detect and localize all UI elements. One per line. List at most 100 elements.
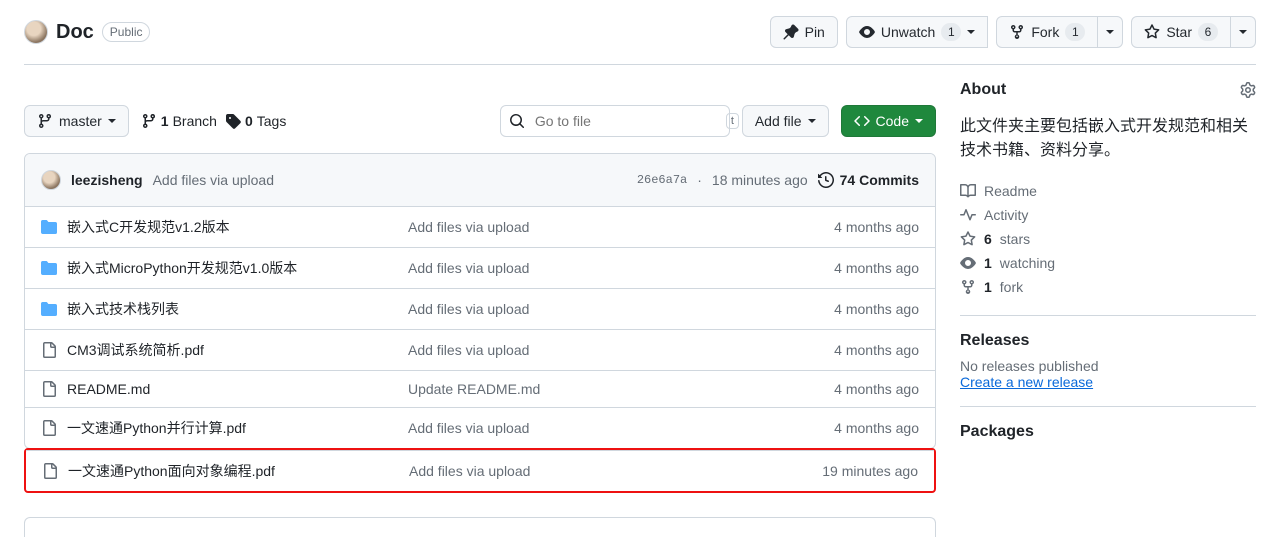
file-time: 4 months ago xyxy=(779,219,919,235)
file-name[interactable]: 嵌入式C开发规范v1.2版本 xyxy=(67,217,230,237)
add-file-label: Add file xyxy=(755,113,802,129)
file-name[interactable]: 一文速通Python并行计算.pdf xyxy=(67,418,246,438)
folder-icon xyxy=(41,301,57,317)
star-count: 6 xyxy=(1198,23,1218,41)
code-label: Code xyxy=(876,113,909,129)
visibility-badge: Public xyxy=(102,22,151,42)
star-icon xyxy=(960,231,976,247)
watching-link[interactable]: 1 watching xyxy=(960,251,1256,275)
gear-icon[interactable] xyxy=(1240,82,1256,98)
file-icon xyxy=(41,381,57,397)
readme-box-top xyxy=(24,517,936,537)
file-name[interactable]: 嵌入式MicroPython开发规范v1.0版本 xyxy=(67,258,297,278)
file-row: 一文速通Python面向对象编程.pdf Add files via upload… xyxy=(26,450,934,491)
file-row: 嵌入式C开发规范v1.2版本 Add files via upload 4 mont… xyxy=(25,207,935,247)
search-kbd: t xyxy=(726,113,739,129)
code-button[interactable]: Code xyxy=(841,105,936,137)
fork-button[interactable]: Fork 1 xyxy=(996,16,1098,48)
tags-label: Tags xyxy=(257,113,287,129)
readme-link[interactable]: Readme xyxy=(960,179,1256,203)
file-commit-message[interactable]: Add files via upload xyxy=(409,463,766,479)
star-icon xyxy=(1144,24,1160,40)
stars-link[interactable]: 6 stars xyxy=(960,227,1256,251)
owner-avatar[interactable] xyxy=(24,20,48,44)
file-commit-message[interactable]: Update README.md xyxy=(408,381,767,397)
fork-count: 1 xyxy=(1065,23,1085,41)
file-search[interactable]: t xyxy=(500,105,730,137)
star-label: Star xyxy=(1166,24,1192,40)
file-row: CM3调试系统简析.pdf Add files via upload 4 month… xyxy=(25,329,935,370)
search-input[interactable] xyxy=(533,112,718,130)
branch-icon xyxy=(37,113,53,129)
file-time: 4 months ago xyxy=(779,420,919,436)
about-title: About xyxy=(960,81,1006,99)
commit-author[interactable]: leezisheng xyxy=(71,172,143,188)
activity-link[interactable]: Activity xyxy=(960,203,1256,227)
commit-author-avatar[interactable] xyxy=(41,170,61,190)
pin-icon xyxy=(783,24,799,40)
file-time: 4 months ago xyxy=(779,260,919,276)
eye-icon xyxy=(960,255,976,271)
latest-commit-bar: leezisheng Add files via upload 26e6a7a … xyxy=(25,154,935,207)
file-commit-message[interactable]: Add files via upload xyxy=(408,420,767,436)
file-icon xyxy=(41,342,57,358)
branch-select-button[interactable]: master xyxy=(24,105,129,137)
add-file-button[interactable]: Add file xyxy=(742,105,829,137)
file-name[interactable]: 嵌入式技术栈列表 xyxy=(67,299,179,319)
create-release-link[interactable]: Create a new release xyxy=(960,374,1093,390)
caret-down-icon xyxy=(1239,30,1247,34)
no-releases: No releases published xyxy=(960,358,1256,374)
fork-label: Fork xyxy=(1031,24,1059,40)
branches-label: Branch xyxy=(173,113,217,129)
file-row: 嵌入式技术栈列表 Add files via upload 4 months ago xyxy=(25,288,935,329)
about-description: 此文件夹主要包括嵌入式开发规范和相关技术书籍、资料分享。 xyxy=(960,115,1256,163)
file-time: 4 months ago xyxy=(779,342,919,358)
history-icon xyxy=(818,172,834,188)
commit-time: 18 minutes ago xyxy=(712,172,808,188)
file-commit-message[interactable]: Add files via upload xyxy=(408,301,767,317)
file-row: README.md Update README.md 4 months ago xyxy=(25,370,935,407)
pin-button[interactable]: Pin xyxy=(770,16,838,48)
unwatch-label: Unwatch xyxy=(881,24,935,40)
repo-name[interactable]: Doc xyxy=(56,21,94,44)
file-commit-message[interactable]: Add files via upload xyxy=(408,342,767,358)
pin-label: Pin xyxy=(805,24,825,40)
file-time: 4 months ago xyxy=(779,301,919,317)
file-name[interactable]: 一文速通Python面向对象编程.pdf xyxy=(68,461,275,481)
file-name[interactable]: README.md xyxy=(67,381,150,397)
caret-down-icon xyxy=(915,119,923,123)
commits-link[interactable]: 74 Commits xyxy=(818,172,919,188)
caret-down-icon xyxy=(808,119,816,123)
file-icon xyxy=(42,463,58,479)
file-name[interactable]: CM3调试系统简析.pdf xyxy=(67,340,204,360)
releases-title[interactable]: Releases xyxy=(960,332,1256,350)
commit-message[interactable]: Add files via upload xyxy=(153,172,274,188)
tags-link[interactable]: 0 Tags xyxy=(225,113,286,129)
star-button[interactable]: Star 6 xyxy=(1131,16,1231,48)
tag-icon xyxy=(225,113,241,129)
unwatch-button[interactable]: Unwatch 1 xyxy=(846,16,988,48)
caret-down-icon xyxy=(108,119,116,123)
star-menu-button[interactable] xyxy=(1231,16,1256,48)
commit-sha[interactable]: 26e6a7a xyxy=(637,173,687,187)
branch-name: master xyxy=(59,113,102,129)
fork-menu-button[interactable] xyxy=(1098,16,1123,48)
branches-link[interactable]: 1 Branch xyxy=(141,113,217,129)
book-icon xyxy=(960,183,976,199)
packages-title[interactable]: Packages xyxy=(960,423,1256,441)
file-time: 4 months ago xyxy=(779,381,919,397)
folder-icon xyxy=(41,219,57,235)
branch-icon xyxy=(141,113,157,129)
file-commit-message[interactable]: Add files via upload xyxy=(408,219,767,235)
eye-icon xyxy=(859,24,875,40)
file-commit-message[interactable]: Add files via upload xyxy=(408,260,767,276)
forks-link[interactable]: 1 fork xyxy=(960,275,1256,299)
file-icon xyxy=(41,420,57,436)
fork-icon xyxy=(960,279,976,295)
file-time: 19 minutes ago xyxy=(778,463,918,479)
branches-count: 1 xyxy=(161,113,169,129)
file-row: 嵌入式MicroPython开发规范v1.0版本 Add files via up… xyxy=(25,247,935,288)
tags-count: 0 xyxy=(245,113,253,129)
file-row: 一文速通Python并行计算.pdf Add files via upload 4 … xyxy=(25,407,935,448)
pulse-icon xyxy=(960,207,976,223)
